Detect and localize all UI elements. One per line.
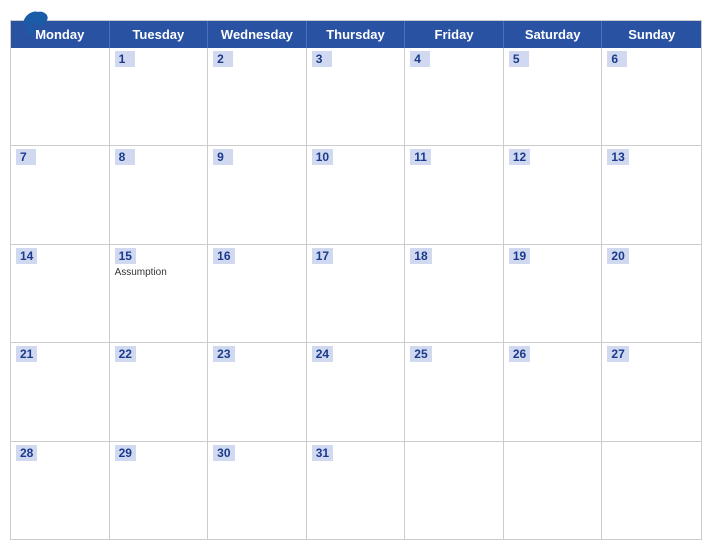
day-number: 14 [16,248,37,264]
day-cell: 8 [110,146,209,243]
day-header-tuesday: Tuesday [110,21,209,48]
day-cell: 22 [110,343,209,440]
day-cell: 16 [208,245,307,342]
day-number: 30 [213,445,234,461]
day-number: 29 [115,445,136,461]
day-cell: 25 [405,343,504,440]
day-header-thursday: Thursday [307,21,406,48]
day-cell: 6 [602,48,701,145]
day-cell: 17 [307,245,406,342]
day-cell: 3 [307,48,406,145]
day-cell: 18 [405,245,504,342]
day-cell: 11 [405,146,504,243]
day-cell: 28 [11,442,110,539]
day-number: 7 [16,149,36,165]
day-header-sunday: Sunday [602,21,701,48]
day-number: 1 [115,51,135,67]
day-cell: 20 [602,245,701,342]
day-number: 2 [213,51,233,67]
day-cell [504,442,603,539]
day-cell: 9 [208,146,307,243]
day-cell: 21 [11,343,110,440]
day-number: 9 [213,149,233,165]
day-cell [602,442,701,539]
day-number: 26 [509,346,530,362]
day-number: 17 [312,248,333,264]
day-cell [405,442,504,539]
day-cell: 2 [208,48,307,145]
day-number: 3 [312,51,332,67]
day-cell: 5 [504,48,603,145]
day-header-friday: Friday [405,21,504,48]
day-cell: 29 [110,442,209,539]
day-header-saturday: Saturday [504,21,603,48]
day-number: 8 [115,149,135,165]
day-number: 18 [410,248,431,264]
week-row-3: 14 15 Assumption 16 17 18 19 20 [11,245,701,343]
day-cell: 14 [11,245,110,342]
day-cell: 15 Assumption [110,245,209,342]
day-number: 20 [607,248,628,264]
day-headers-row: MondayTuesdayWednesdayThursdayFridaySatu… [11,21,701,48]
week-row-5: 28 29 30 31 [11,442,701,539]
logo-icon [16,8,60,44]
day-number: 23 [213,346,234,362]
day-number: 11 [410,149,431,165]
day-number: 24 [312,346,333,362]
calendar-weeks: 123456789101112131415Assumption161718192… [11,48,701,539]
calendar-grid: MondayTuesdayWednesdayThursdayFridaySatu… [10,20,702,540]
day-number: 16 [213,248,234,264]
day-cell: 24 [307,343,406,440]
day-cell: 10 [307,146,406,243]
calendar-header [0,0,712,16]
day-cell: 1 [110,48,209,145]
day-cell: 30 [208,442,307,539]
day-number: 19 [509,248,530,264]
day-number: 15 [115,248,136,264]
day-cell: 7 [11,146,110,243]
day-cell: 12 [504,146,603,243]
logo [16,8,60,40]
day-cell: 19 [504,245,603,342]
day-cell: 23 [208,343,307,440]
day-number: 10 [312,149,333,165]
week-row-1: 1 2 3 4 5 6 [11,48,701,146]
day-number: 25 [410,346,431,362]
day-number: 5 [509,51,529,67]
week-row-2: 7 8 9 10 11 12 13 [11,146,701,244]
day-number: 28 [16,445,37,461]
day-number: 13 [607,149,628,165]
day-header-wednesday: Wednesday [208,21,307,48]
holiday-label: Assumption [115,267,203,278]
day-cell [11,48,110,145]
day-cell: 27 [602,343,701,440]
day-number: 22 [115,346,136,362]
day-cell: 26 [504,343,603,440]
day-number: 6 [607,51,627,67]
day-number: 12 [509,149,530,165]
day-number: 4 [410,51,430,67]
day-cell: 13 [602,146,701,243]
day-number: 27 [607,346,628,362]
day-number: 21 [16,346,37,362]
week-row-4: 21 22 23 24 25 26 27 [11,343,701,441]
day-cell: 31 [307,442,406,539]
day-number: 31 [312,445,333,461]
day-cell: 4 [405,48,504,145]
